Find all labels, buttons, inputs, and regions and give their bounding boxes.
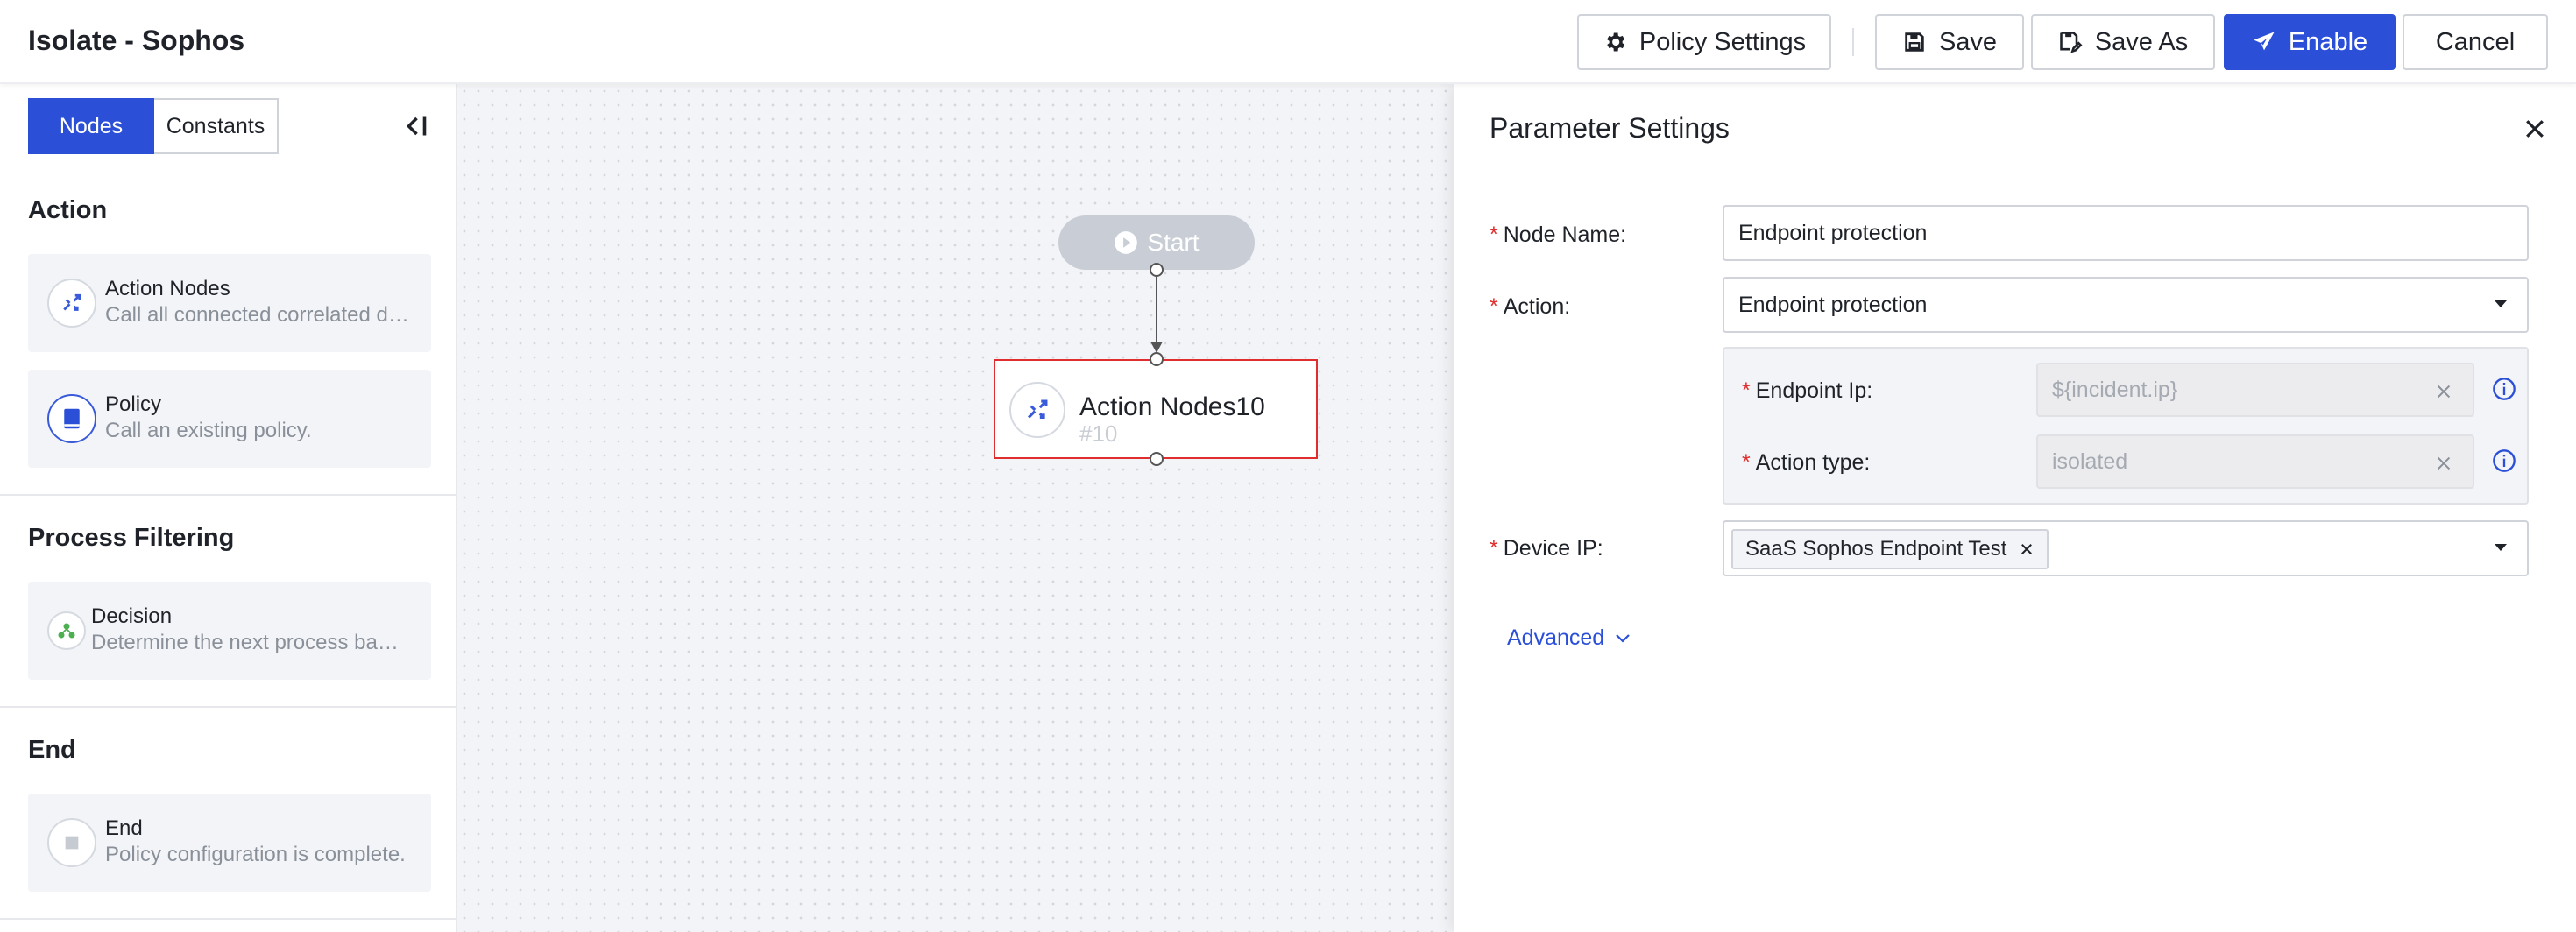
cancel-button[interactable]: Cancel [2403, 14, 2548, 70]
play-icon [1115, 231, 1138, 254]
decision-icon [47, 611, 86, 650]
tab-nodes[interactable]: Nodes [28, 98, 154, 154]
palette-item-name: Decision [91, 604, 173, 628]
send-icon [2254, 32, 2275, 51]
advanced-toggle[interactable]: Advanced [1507, 625, 1631, 651]
caret-down-icon [2495, 300, 2507, 307]
palette-item-decision[interactable]: Decision Determine the next process base… [28, 582, 431, 680]
palette-item-name: End [105, 816, 143, 840]
start-node[interactable]: Start [1058, 215, 1255, 270]
info-icon[interactable] [2492, 377, 2516, 401]
action-label-text: Action: [1503, 294, 1571, 319]
node-id: #10 [1079, 420, 1118, 447]
action-type-input[interactable]: isolated [2036, 434, 2474, 489]
enable-button[interactable]: Enable [2224, 14, 2396, 70]
collapse-sidebar-icon[interactable] [400, 110, 431, 142]
policy-settings-label: Policy Settings [1638, 27, 1807, 56]
caret-down-icon [2495, 544, 2507, 551]
endpoint-ip-input[interactable]: ${incident.ip} [2036, 363, 2474, 417]
node-name-input[interactable]: Endpoint protection [1723, 205, 2529, 261]
required-mark: * [1742, 450, 1751, 475]
palette-item-action-nodes[interactable]: Action Nodes Call all connected correlat… [28, 254, 431, 352]
save-as-button[interactable]: Save As [2031, 14, 2215, 70]
palette-item-desc: Call an existing policy. [105, 419, 312, 442]
advanced-label: Advanced [1507, 625, 1605, 650]
save-label: Save [1938, 27, 1998, 56]
remove-tag-icon[interactable] [2019, 541, 2035, 557]
palette-item-policy[interactable]: Policy Call an existing policy. [28, 370, 431, 468]
device-ip-select[interactable]: SaaS Sophos Endpoint Test [1723, 520, 2529, 576]
action-select[interactable]: Endpoint protection [1723, 277, 2529, 333]
header-separator [1852, 28, 1854, 56]
stop-icon [47, 818, 96, 867]
node-name-value: Endpoint protection [1738, 220, 1928, 245]
chevron-down-icon [1616, 633, 1630, 643]
enable-label: Enable [2288, 27, 2368, 56]
section-title-action: Action [28, 196, 108, 224]
clear-icon[interactable] [2434, 382, 2453, 401]
action-nodes-icon [47, 279, 96, 328]
section-title-end: End [28, 736, 76, 764]
device-tag-label: SaaS Sophos Endpoint Test [1745, 537, 2007, 561]
action-type-label-text: Action type: [1755, 450, 1871, 475]
top-header: Isolate - Sophos Policy Settings Save Sa… [0, 0, 2576, 84]
flow-canvas[interactable] [457, 84, 1454, 932]
save-icon [1905, 32, 1924, 52]
required-mark: * [1490, 222, 1498, 247]
endpoint-ip-label-text: Endpoint Ip: [1755, 378, 1873, 403]
action-type-label: * Action type: [1742, 450, 1870, 476]
palette-item-desc: Call all connected correlated devices [105, 303, 421, 327]
palette-item-name: Action Nodes [105, 277, 230, 300]
section-title-process-filtering: Process Filtering [28, 524, 235, 552]
tab-constants[interactable]: Constants [154, 98, 279, 154]
device-tag: SaaS Sophos Endpoint Test [1731, 529, 2049, 569]
palette-item-name: Policy [105, 392, 162, 416]
node-name-label-text: Node Name: [1503, 222, 1627, 247]
gear-icon [1607, 32, 1625, 52]
close-icon[interactable] [2522, 116, 2548, 142]
page-title: Isolate - Sophos [28, 25, 245, 56]
action-type-placeholder: isolated [2052, 448, 2128, 474]
start-label: Start [1147, 229, 1200, 256]
required-mark: * [1490, 294, 1498, 319]
cancel-label: Cancel [2435, 27, 2516, 56]
node-name-label: * Node Name: [1490, 222, 1626, 248]
action-value: Endpoint protection [1738, 292, 1928, 317]
device-ip-label: * Device IP: [1490, 536, 1603, 561]
clear-icon[interactable] [2434, 454, 2453, 473]
node-name: Action Nodes10 [1079, 392, 1265, 421]
node-palette-sidebar: Nodes Constants Action Action Nodes Call… [0, 84, 457, 932]
sidebar-tabs: Nodes Constants [28, 98, 279, 154]
parameter-settings-panel: Parameter Settings * Node Name: Endpoint … [1454, 84, 2576, 932]
action-parameters-box: * Endpoint Ip: ${incident.ip} * Action typ… [1723, 347, 2529, 505]
endpoint-ip-label: * Endpoint Ip: [1742, 378, 1872, 404]
endpoint-ip-placeholder: ${incident.ip} [2052, 377, 2178, 402]
required-mark: * [1742, 378, 1751, 403]
policy-settings-button[interactable]: Policy Settings [1577, 14, 1831, 70]
node-output-port[interactable] [1150, 452, 1164, 466]
start-output-port[interactable] [1150, 263, 1164, 277]
action-label: * Action: [1490, 294, 1570, 320]
save-as-label: Save As [2094, 27, 2189, 56]
section-divider [0, 706, 457, 708]
required-mark: * [1490, 536, 1498, 561]
action-node[interactable]: Action Nodes10 #10 [994, 359, 1318, 459]
palette-item-desc: Determine the next process based on cond… [91, 631, 407, 654]
node-input-port[interactable] [1150, 352, 1164, 366]
save-button[interactable]: Save [1875, 14, 2024, 70]
save-as-icon [2060, 32, 2083, 53]
device-ip-label-text: Device IP: [1503, 536, 1603, 561]
palette-item-end[interactable]: End Policy configuration is complete. [28, 794, 431, 892]
info-icon[interactable] [2492, 448, 2516, 473]
section-divider [0, 494, 457, 496]
panel-title: Parameter Settings [1490, 112, 1730, 144]
section-divider [0, 918, 457, 920]
action-nodes-icon [1009, 382, 1065, 438]
book-icon [47, 394, 96, 443]
palette-item-desc: Policy configuration is complete. [105, 843, 406, 866]
